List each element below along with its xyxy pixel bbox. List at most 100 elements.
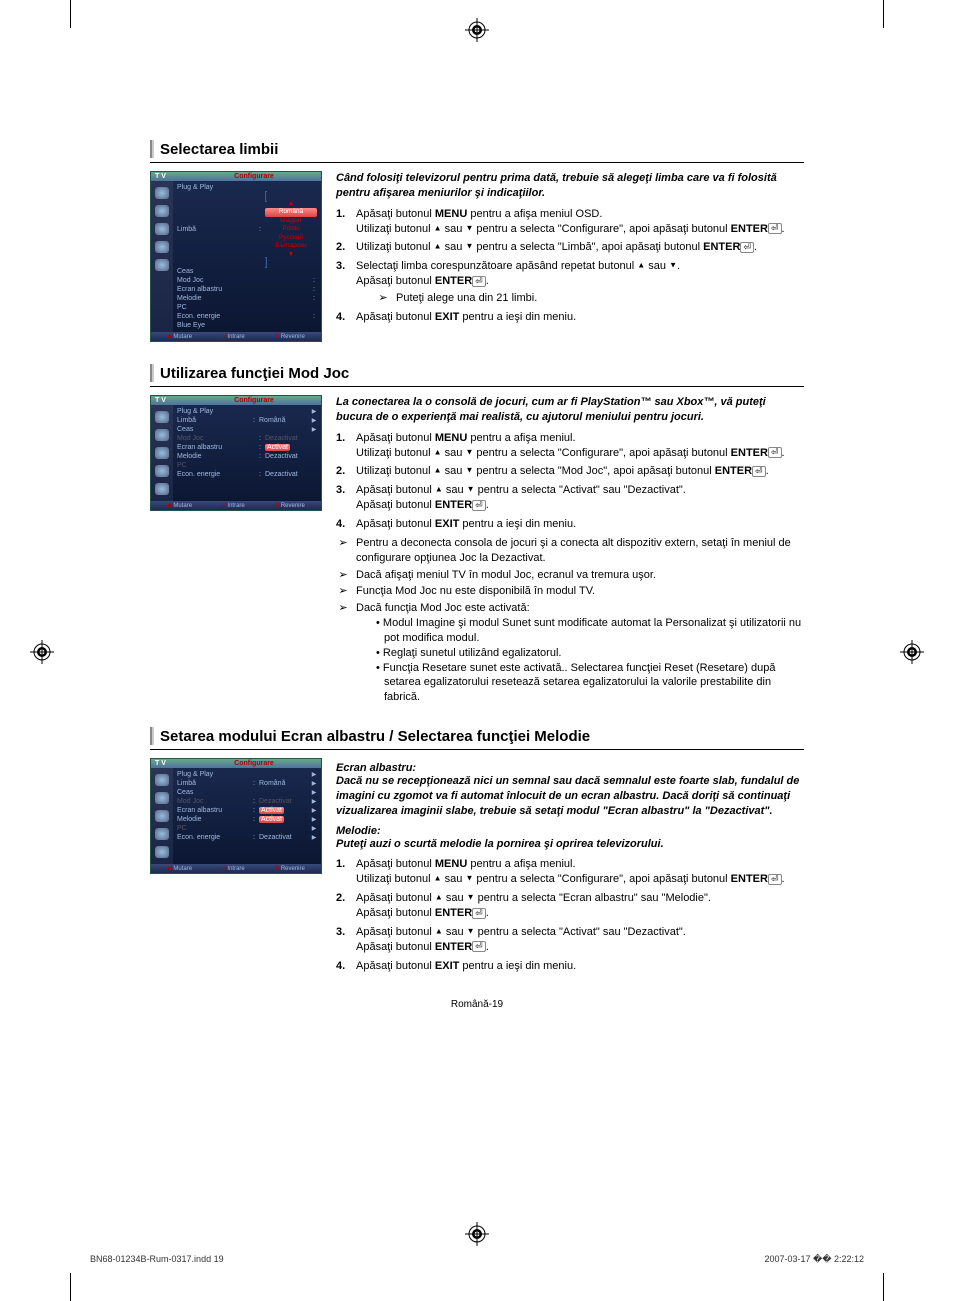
step-text: Utilizaţi butonul ▲ sau ▼ pentru a selec… bbox=[356, 464, 804, 479]
up-arrow-icon: ▲ bbox=[434, 466, 442, 475]
up-arrow-icon: ▲ bbox=[434, 223, 442, 232]
enter-icon: ⏎ bbox=[768, 447, 782, 458]
up-arrow-icon: ▲ bbox=[435, 927, 443, 936]
section-mark-icon bbox=[150, 140, 154, 158]
step-text: Apăsaţi butonul EXIT pentru a ieşi din m… bbox=[356, 517, 804, 532]
menu-item: Plug & Play bbox=[177, 184, 317, 191]
step-number: 1. bbox=[336, 207, 356, 237]
tv-tab-icon bbox=[155, 774, 169, 786]
note-arrow-icon: ➢ bbox=[336, 584, 350, 599]
footer-hint: Intrare bbox=[227, 503, 244, 509]
tv-menu-screenshot: T VConfigurare Plug & Play▶ Limbă:Română… bbox=[150, 758, 322, 874]
tv-tab-icon bbox=[155, 187, 169, 199]
menu-value: Dezactivat bbox=[263, 453, 317, 460]
up-arrow-icon: ▲ bbox=[434, 447, 442, 456]
step-number: 4. bbox=[336, 959, 356, 974]
menu-item: Limbă bbox=[177, 417, 251, 424]
menu-item: Melodie bbox=[177, 816, 251, 823]
menu-item: PC bbox=[177, 462, 317, 469]
note-text: Dacă funcţia Mod Joc este activată: bbox=[356, 601, 530, 616]
section-header: Utilizarea funcţiei Mod Joc bbox=[150, 364, 804, 387]
note-arrow-icon: ➢ bbox=[336, 536, 350, 566]
dropdown-option: Български bbox=[265, 242, 317, 250]
step-text: Selectaţi limba corespunzătoare apăsând … bbox=[356, 259, 804, 306]
menu-value: Dezactivat bbox=[257, 834, 311, 841]
section-mark-icon bbox=[150, 364, 154, 382]
step-text: Apăsaţi butonul EXIT pentru a ieşi din m… bbox=[356, 959, 804, 974]
bullet-text: • Modul Imagine şi modul Sunet sunt modi… bbox=[376, 616, 804, 646]
bullet-text: • Reglaţi sunetul utilizând egalizatorul… bbox=[376, 646, 804, 661]
menu-value: Română bbox=[257, 417, 311, 424]
tv-tab-icon bbox=[155, 429, 169, 441]
down-arrow-icon: ▼ bbox=[669, 261, 677, 270]
tv-tab-icon bbox=[155, 411, 169, 423]
up-arrow-icon: ▲ bbox=[434, 242, 442, 251]
menu-item: Limbă bbox=[177, 226, 257, 233]
enter-icon: ⏎ bbox=[740, 242, 754, 253]
enter-icon: ⏎ bbox=[768, 223, 782, 234]
section-selectarea-limbii: Selectarea limbii T VConfigurare Plug & … bbox=[150, 140, 804, 342]
section-title: Selectarea limbii bbox=[160, 141, 278, 158]
enter-icon: ⏎ bbox=[768, 874, 782, 885]
menu-item: Ceas bbox=[177, 426, 311, 433]
menu-item: Ceas bbox=[177, 789, 311, 796]
enter-icon: ⏎ bbox=[752, 466, 766, 477]
step-number: 1. bbox=[336, 431, 356, 461]
up-arrow-icon: ▲ bbox=[434, 874, 442, 883]
tv-tab-icon bbox=[155, 846, 169, 858]
menu-value: Dezactivat bbox=[263, 435, 317, 442]
note-text: Pentru a deconecta consola de jocuri şi … bbox=[356, 536, 804, 566]
tv-label: T V bbox=[155, 173, 191, 180]
tv-tab-icon bbox=[155, 205, 169, 217]
menu-value-selected: Activat bbox=[259, 807, 284, 814]
tv-label: T V bbox=[155, 760, 191, 767]
note-text: Puteţi alege una din 21 limbi. bbox=[396, 291, 537, 306]
note-text: Funcţia Mod Joc nu este disponibilă în m… bbox=[356, 584, 595, 599]
step-number: 3. bbox=[336, 259, 356, 306]
step-number: 2. bbox=[336, 891, 356, 921]
registration-mark-icon bbox=[900, 640, 924, 664]
menu-item: Plug & Play bbox=[177, 408, 311, 415]
menu-item: Econ. energie bbox=[177, 834, 251, 841]
note-text: Dacă afişaţi meniul TV în modul Joc, ecr… bbox=[356, 568, 656, 583]
enter-icon: ⏎ bbox=[472, 500, 486, 511]
step-text: Apăsaţi butonul ▲ sau ▼ pentru a selecta… bbox=[356, 483, 804, 513]
menu-value: Dezactivat bbox=[263, 471, 317, 478]
section-intro: Puteţi auzi o scurtă melodie la pornirea… bbox=[336, 837, 804, 852]
step-text: Apăsaţi butonul MENU pentru a afişa meni… bbox=[356, 857, 804, 887]
print-footer: BN68-01234B-Rum-0317.indd 19 2007-03-17 … bbox=[90, 1254, 864, 1265]
dropdown-option: Русский bbox=[265, 234, 317, 242]
down-arrow-icon: ▼ bbox=[467, 927, 475, 936]
sub-heading: Ecran albastru: bbox=[336, 762, 804, 774]
up-arrow-icon: ▲ bbox=[435, 485, 443, 494]
step-number: 3. bbox=[336, 483, 356, 513]
registration-mark-icon bbox=[465, 18, 489, 42]
step-text: Apăsaţi butonul ▲ sau ▼ pentru a selecta… bbox=[356, 925, 804, 955]
section-intro: La conectarea la o consolă de jocuri, cu… bbox=[336, 395, 804, 425]
step-number: 2. bbox=[336, 464, 356, 479]
crop-mark bbox=[70, 0, 71, 28]
section-intro: Când folosiţi televizorul pentru prima d… bbox=[336, 171, 804, 201]
tv-label: T V bbox=[155, 397, 191, 404]
footer-hint: Intrare bbox=[227, 866, 244, 872]
step-number: 4. bbox=[336, 517, 356, 532]
footer-hint: Intrare bbox=[227, 334, 244, 340]
section-intro: Dacă nu se recepţionează nici un semnal … bbox=[336, 774, 804, 819]
section-title: Setarea modului Ecran albastru / Selecta… bbox=[160, 728, 590, 745]
step-text: Apăsaţi butonul MENU pentru a afişa meni… bbox=[356, 431, 804, 461]
footer-timestamp: 2007-03-17 �� 2:22:12 bbox=[764, 1254, 864, 1265]
tv-tab-icon bbox=[155, 810, 169, 822]
tv-tab-icon bbox=[155, 828, 169, 840]
footer-hint: Revenire bbox=[281, 503, 305, 509]
enter-icon: ⏎ bbox=[472, 908, 486, 919]
dropdown-option: Polski bbox=[265, 225, 317, 233]
section-ecran-melodie: Setarea modului Ecran albastru / Selecta… bbox=[150, 727, 804, 977]
step-number: 2. bbox=[336, 240, 356, 255]
menu-item: PC bbox=[177, 304, 317, 311]
footer-hint: Mutare bbox=[173, 503, 192, 509]
menu-item: Plug & Play bbox=[177, 771, 311, 778]
step-text: Apăsaţi butonul EXIT pentru a ieşi din m… bbox=[356, 310, 804, 325]
bullet-text: • Funcţia Resetare sunet este activată..… bbox=[376, 661, 804, 706]
tv-menu-screenshot: T VConfigurare Plug & Play▶ Limbă:Română… bbox=[150, 395, 322, 511]
menu-item: Ecran albastru bbox=[177, 444, 257, 451]
